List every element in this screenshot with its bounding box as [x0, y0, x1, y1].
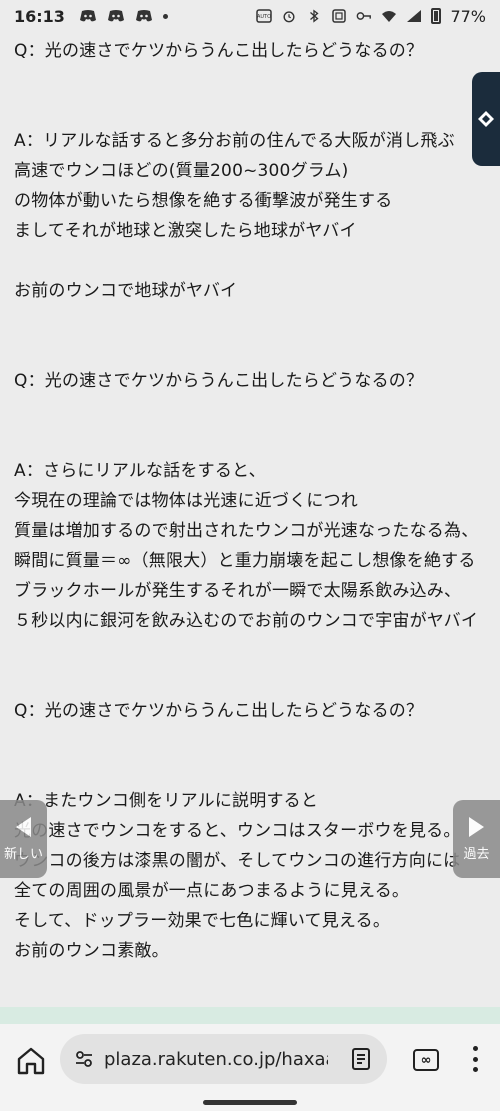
article-spacer [14, 726, 460, 756]
article-spacer [14, 396, 460, 426]
discord-icon [107, 10, 124, 22]
status-time: 16:13 [14, 6, 65, 26]
key-icon [357, 12, 372, 20]
arrow-right-icon [469, 816, 484, 837]
article-spacer [14, 426, 460, 456]
article-line: ウンコの後方は漆黒の闇が、そしてウンコの進行方向には [14, 851, 461, 871]
article-line: 全ての周囲の風景が一点にあつまるように見える。 [14, 881, 410, 901]
floating-side-tab[interactable] [472, 72, 500, 166]
tabs-count: ∞ [420, 1052, 432, 1068]
more-menu-button[interactable] [472, 1046, 478, 1072]
article-spacer [14, 96, 460, 126]
article-line: ブラックホールが発生するそれが一瞬で太陽系飲み込み、 [14, 581, 462, 601]
battery-icon [431, 8, 442, 24]
dot-icon [162, 13, 168, 19]
article-line: そして、ドップラー効果で七色に輝いて見える。 [14, 911, 391, 931]
diamond-icon [478, 111, 494, 127]
auto-icon: AUTO [256, 9, 273, 23]
older-post-button[interactable]: 過去 [453, 800, 500, 878]
article-line: A：さらにリアルな話をすると、 [14, 461, 266, 481]
article-spacer [14, 306, 460, 336]
tabs-button[interactable]: ∞ [413, 1049, 439, 1071]
older-post-label: 過去 [463, 846, 490, 862]
notification-icons [79, 9, 168, 23]
status-bar: 16:13 AUTO 77% [0, 0, 500, 32]
nfc-icon [332, 9, 347, 23]
newer-post-label: 新しい [3, 846, 43, 862]
gesture-bar[interactable] [203, 1100, 297, 1105]
menu-dot [472, 1046, 478, 1051]
article-line: A：リアルな話すると多分お前の住んでる大阪が消し飛ぶ [14, 131, 455, 151]
signal-icon [407, 10, 422, 22]
discord-icon [135, 10, 152, 22]
bluetooth-icon [310, 9, 319, 23]
article-spacer [14, 336, 460, 366]
arrow-left-icon [16, 816, 31, 837]
url-text: plaza.rakuten.co.jp/haxaaaa [104, 1048, 328, 1070]
article-line: 質量は増加するので射出されたウンコが光速なったなる為、 [14, 521, 479, 541]
article-spacer [14, 666, 460, 696]
article-line: お前のウンコで地球がヤバイ [14, 281, 238, 301]
article-line: Q：光の速さでケツからうんこ出したらどうなるの？ [14, 41, 424, 61]
article-line: 高速でウンコほどの(質量200~300グラム) [14, 161, 349, 181]
address-bar[interactable]: plaza.rakuten.co.jp/haxaaaa [60, 1034, 387, 1084]
reader-mode-icon[interactable] [351, 1048, 371, 1070]
article-line: Q：光の速さでケツからうんこ出したらどうなるの？ [14, 701, 424, 721]
article-spacer [14, 66, 460, 96]
newer-post-button[interactable]: 新しい [0, 800, 47, 878]
article-line: お前のウンコ素敵。 [14, 941, 169, 961]
article-spacer [14, 756, 460, 786]
article-line: ましてそれが地球と激突したら地球がヤバイ [14, 221, 357, 241]
menu-dot [472, 1067, 478, 1072]
article-body: Q：光の速さでケツからうんこ出したらどうなるの？ A：リアルな話すると多分お前の住… [14, 36, 479, 966]
svg-text:AUTO: AUTO [257, 14, 271, 20]
article-line: 今現在の理論では物体は光速に近づくにつれ [14, 491, 358, 511]
home-icon[interactable] [14, 1044, 48, 1078]
wifi-icon [382, 11, 397, 22]
discord-icon [79, 10, 96, 22]
article-spacer [14, 246, 460, 276]
browser-toolbar: plaza.rakuten.co.jp/haxaaaa ∞ [0, 1024, 500, 1111]
alarm-icon [283, 11, 295, 23]
article-line: ５秒以内に銀河を飲み込むのでお前のウンコで宇宙がヤバイ [14, 611, 479, 631]
article-line: Q：光の速さでケツからうんこ出したらどうなるの？ [14, 371, 424, 391]
article-line: 光の速さでウンコをすると、ウンコはスターボウを見る。 [14, 821, 461, 841]
battery-percent: 77% [450, 6, 486, 26]
system-icons: AUTO 77% [256, 7, 486, 26]
article-spacer [14, 636, 460, 666]
article-line: の物体が動いたら想像を絶する衝撃波が発生する [14, 191, 393, 211]
article-line: A：またウンコ側をリアルに説明すると [14, 791, 319, 811]
site-settings-icon[interactable] [74, 1049, 94, 1069]
menu-dot [472, 1056, 478, 1062]
article-line: 瞬間に質量＝∞（無限大）と重力崩壊を起こし想像を絶する [14, 551, 476, 571]
